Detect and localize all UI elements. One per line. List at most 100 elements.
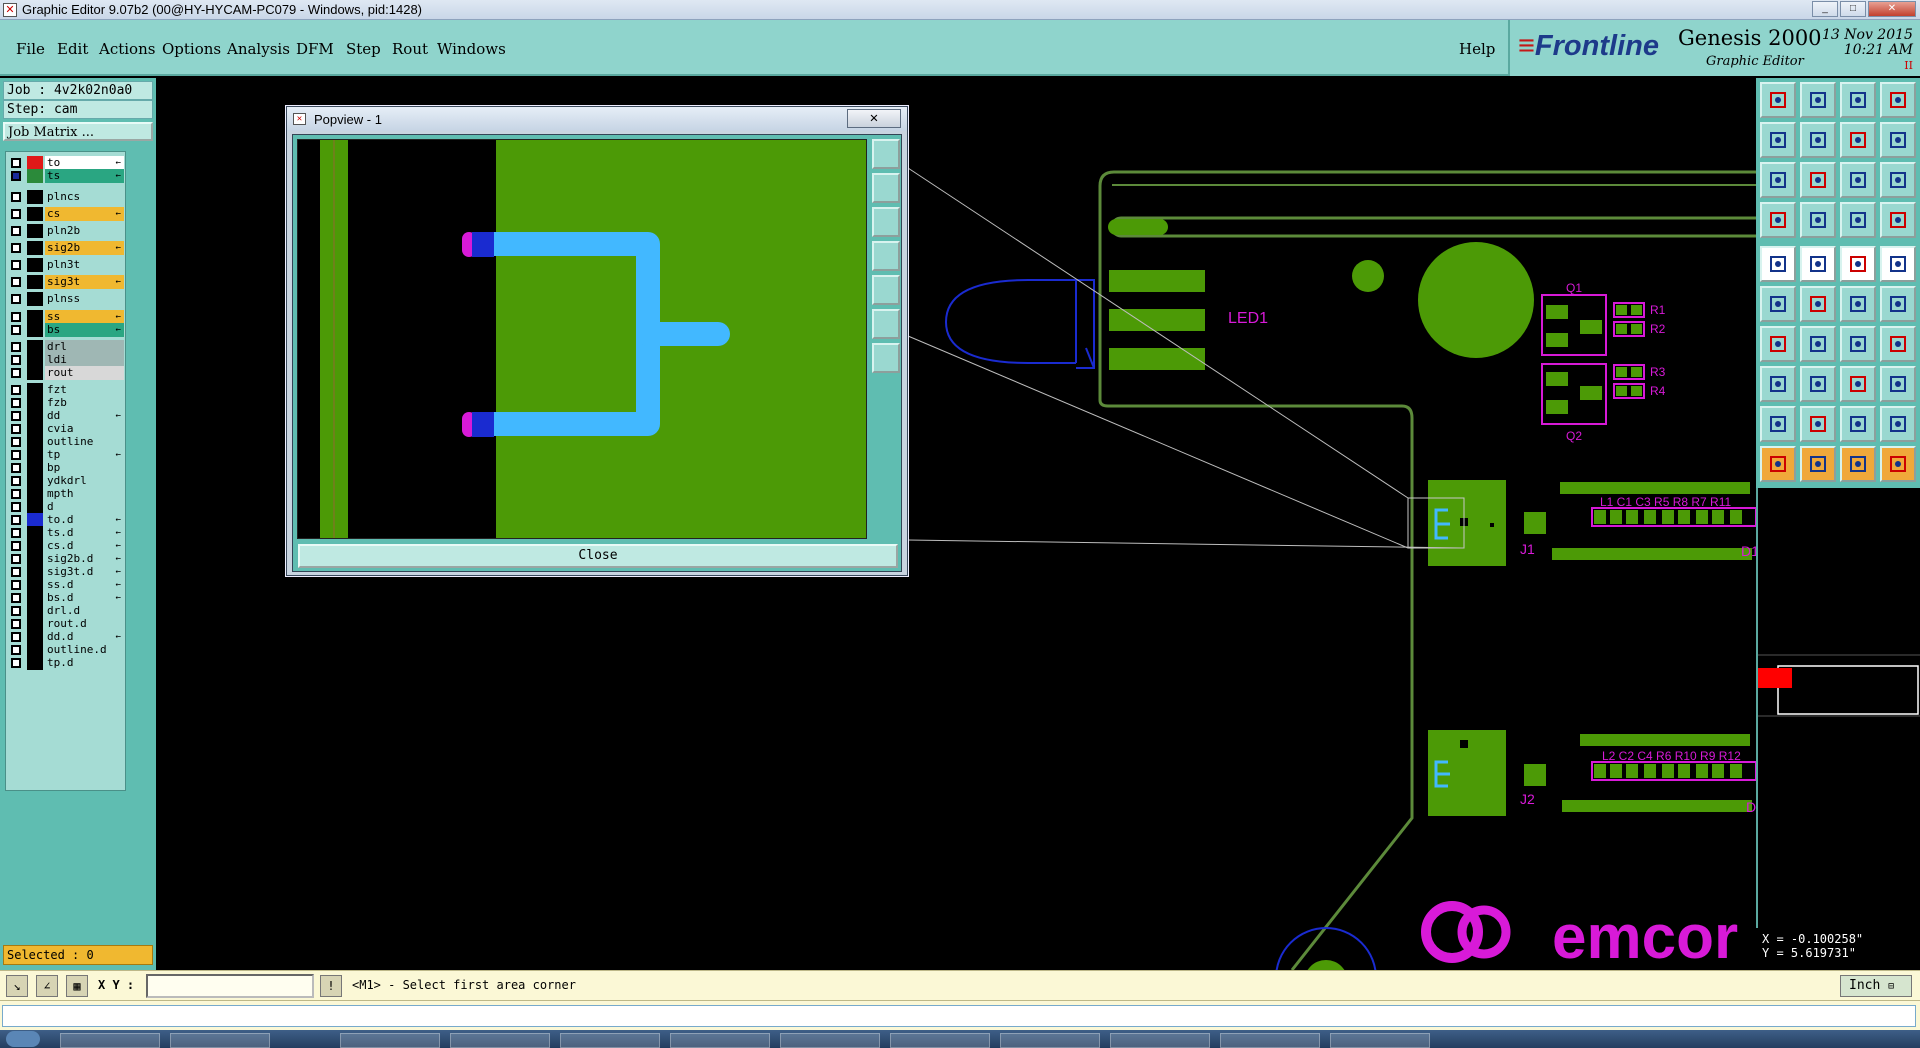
popview-up-icon[interactable] <box>872 173 900 203</box>
layer-color-swatch[interactable] <box>27 643 43 657</box>
layer-checkbox[interactable] <box>11 528 21 538</box>
layer-row-sig3t[interactable]: sig3t ← <box>9 275 124 289</box>
grid-icon[interactable]: ▦ <box>66 975 88 997</box>
pointer-icon[interactable] <box>1760 446 1796 482</box>
pointer-edit-icon[interactable] <box>1880 446 1916 482</box>
minimize-button[interactable]: _ <box>1812 1 1838 17</box>
menu-options[interactable]: Options <box>162 40 221 58</box>
layer-checkbox[interactable] <box>11 171 21 181</box>
layer-name[interactable]: outline.d <box>45 643 124 657</box>
pad-icon[interactable] <box>1760 246 1796 282</box>
popview-left-icon[interactable] <box>872 241 900 271</box>
layer-color-swatch[interactable] <box>27 500 43 514</box>
layer-color-swatch[interactable] <box>27 275 43 289</box>
group-icon[interactable] <box>1880 366 1916 402</box>
layer-name[interactable]: drl <box>45 340 124 354</box>
popview-zoom-in-icon[interactable] <box>872 309 900 339</box>
layer-checkbox[interactable] <box>11 580 21 590</box>
layer-row-to-d[interactable]: to.d ← <box>9 513 124 527</box>
layer-checkbox[interactable] <box>11 209 21 219</box>
menu-windows[interactable]: Windows <box>437 40 506 58</box>
layer-checkbox[interactable] <box>11 541 21 551</box>
layer-checkbox[interactable] <box>11 398 21 408</box>
layer-row-outline[interactable]: outline <box>9 435 124 449</box>
layer-name[interactable]: ydkdrl <box>45 474 124 488</box>
menu-step[interactable]: Step <box>346 40 381 58</box>
layer-name[interactable]: d <box>45 500 124 514</box>
layer-name[interactable]: tp ← <box>45 448 124 462</box>
layer-color-swatch[interactable] <box>27 340 43 354</box>
layer-checkbox[interactable] <box>11 437 21 447</box>
layer-row-rout[interactable]: rout <box>9 366 124 380</box>
slash-icon[interactable] <box>1800 326 1836 362</box>
taskbar-button[interactable] <box>1000 1033 1100 1048</box>
layer-color-swatch[interactable] <box>27 526 43 540</box>
angle-icon[interactable] <box>1760 326 1796 362</box>
layer-name[interactable]: ss ← <box>45 310 124 324</box>
popview-fit-icon[interactable] <box>872 139 900 169</box>
layer-name[interactable]: ss.d ← <box>45 578 124 592</box>
layout-icon[interactable] <box>1880 82 1916 118</box>
layer-checkbox[interactable] <box>11 632 21 642</box>
layer-name[interactable]: to ← <box>45 156 124 170</box>
menu-actions[interactable]: Actions <box>99 40 155 58</box>
layer-color-swatch[interactable] <box>27 656 43 670</box>
layer-checkbox[interactable] <box>11 368 21 378</box>
layer-checkbox[interactable] <box>11 593 21 603</box>
one-to-one-icon[interactable] <box>1840 162 1876 198</box>
layer-color-swatch[interactable] <box>27 258 43 272</box>
layer-row-pln3t[interactable]: pln3t <box>9 258 124 272</box>
triangle-icon[interactable] <box>1760 406 1796 442</box>
layer-checkbox[interactable] <box>11 294 21 304</box>
taskbar-button[interactable] <box>1220 1033 1320 1048</box>
taskbar-button[interactable] <box>890 1033 990 1048</box>
undo-icon[interactable] <box>1760 122 1796 158</box>
layer-name[interactable]: ts.d ← <box>45 526 124 540</box>
zoom-in-icon[interactable] <box>1760 162 1796 198</box>
layer-name[interactable]: sig3t ← <box>45 275 124 289</box>
layer-color-swatch[interactable] <box>27 461 43 475</box>
layer-checkbox[interactable] <box>11 619 21 629</box>
layer-checkbox[interactable] <box>11 260 21 270</box>
layer-color-swatch[interactable] <box>27 383 43 397</box>
popview-close-x[interactable]: ✕ <box>847 109 901 128</box>
popview-right-icon[interactable] <box>872 275 900 305</box>
layer-row-ss[interactable]: ss ← <box>9 310 124 324</box>
layer-color-swatch[interactable] <box>27 169 43 183</box>
snap-icon[interactable]: ↘ <box>6 975 28 997</box>
layer-color-swatch[interactable] <box>27 630 43 644</box>
popview-zoom-out-icon[interactable] <box>872 343 900 373</box>
popview-close-button[interactable]: Close <box>298 544 898 568</box>
split-icon[interactable] <box>1800 366 1836 402</box>
snap-icon[interactable] <box>1760 202 1796 238</box>
popview-canvas[interactable] <box>297 139 867 539</box>
layer-checkbox[interactable] <box>11 450 21 460</box>
layer-row-tp[interactable]: tp ← <box>9 448 124 462</box>
layer-row-ts-d[interactable]: ts.d ← <box>9 526 124 540</box>
layer-row-cs-d[interactable]: cs.d ← <box>9 539 124 553</box>
layer-checkbox[interactable] <box>11 312 21 322</box>
layer-name[interactable]: fzt <box>45 383 124 397</box>
layer-name[interactable]: dd ← <box>45 409 124 423</box>
layer-row-dd-d[interactable]: dd.d ← <box>9 630 124 644</box>
layer-row-ydkdrl[interactable]: ydkdrl <box>9 474 124 488</box>
layer-row-ts[interactable]: ts ← <box>9 169 124 183</box>
layer-checkbox[interactable] <box>11 243 21 253</box>
layer-color-swatch[interactable] <box>27 366 43 380</box>
layer-name[interactable]: mpth <box>45 487 124 501</box>
layer-checkbox[interactable] <box>11 554 21 564</box>
layer-row-tp-d[interactable]: tp.d <box>9 656 124 670</box>
menu-help[interactable]: Help <box>1459 40 1495 58</box>
menu-rout[interactable]: Rout <box>392 40 428 58</box>
layer-row-mpth[interactable]: mpth <box>9 487 124 501</box>
layer-name[interactable]: cs ← <box>45 207 124 221</box>
layer-color-swatch[interactable] <box>27 156 43 170</box>
layer-color-swatch[interactable] <box>27 435 43 449</box>
layer-color-swatch[interactable] <box>27 353 43 367</box>
layer-row-d[interactable]: d <box>9 500 124 514</box>
layer-checkbox[interactable] <box>11 411 21 421</box>
layer-name[interactable]: plncs <box>45 190 124 204</box>
cross-icon[interactable] <box>1800 286 1836 322</box>
layer-color-swatch[interactable] <box>27 604 43 618</box>
layer-checkbox[interactable] <box>11 355 21 365</box>
